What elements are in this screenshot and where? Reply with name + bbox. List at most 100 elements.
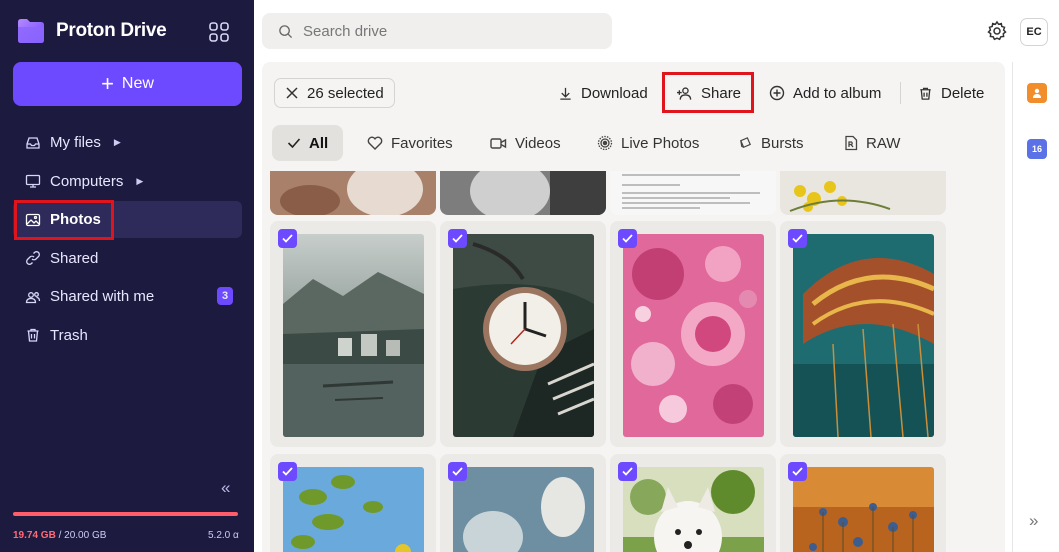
photo-tile[interactable]: [780, 171, 946, 215]
check-icon: [452, 467, 463, 476]
sidebar-item-shared[interactable]: Shared: [13, 240, 242, 277]
sidebar-item-trash[interactable]: Trash: [13, 317, 242, 354]
photo-tile[interactable]: [440, 454, 606, 552]
proton-drive-logo-icon: [18, 19, 44, 43]
delete-button[interactable]: Delete: [918, 78, 984, 108]
selection-toolbar: 26 selected Download Share Add to album …: [262, 62, 1005, 116]
sidebar-item-label: My files: [50, 134, 101, 151]
selected-checkbox[interactable]: [788, 229, 807, 248]
raw-file-icon: [845, 135, 858, 151]
check-icon: [282, 234, 293, 243]
app-name: Proton Drive: [56, 20, 167, 41]
image-icon: [25, 213, 41, 226]
add-to-album-button[interactable]: Add to album: [769, 78, 881, 108]
inbox-icon: [26, 136, 40, 149]
download-label: Download: [581, 84, 648, 102]
selected-checkbox[interactable]: [278, 462, 297, 481]
selected-checkbox[interactable]: [618, 462, 637, 481]
caret-right-icon[interactable]: ▶: [136, 176, 143, 187]
plus-circle-icon: [769, 85, 785, 101]
sidebar-item-computers[interactable]: Computers ▶: [13, 163, 242, 200]
collapse-sidebar-icon[interactable]: «: [221, 478, 230, 498]
check-icon: [282, 467, 293, 476]
photo-tile[interactable]: [440, 221, 606, 447]
share-button[interactable]: Share: [676, 78, 741, 108]
sidebar-item-label: Photos: [50, 211, 101, 228]
selected-checkbox[interactable]: [618, 229, 637, 248]
app-version: 5.2.0 α: [208, 530, 239, 541]
share-label: Share: [701, 84, 742, 102]
toolbar-divider: [900, 82, 901, 104]
calendar-day: 16: [1031, 144, 1042, 154]
sidebar-item-photos[interactable]: Photos: [13, 201, 242, 238]
filter-label: Favorites: [391, 134, 453, 152]
photo-tile[interactable]: [780, 221, 946, 447]
expand-rail-icon[interactable]: »: [1029, 511, 1038, 531]
photo-tile[interactable]: [440, 171, 606, 215]
check-icon: [287, 138, 301, 149]
burst-icon: [740, 136, 751, 148]
calendar-app-icon[interactable]: 16: [1027, 139, 1047, 159]
sidebar-item-label: Shared with me: [50, 288, 155, 305]
sidebar-item-shared-with-me[interactable]: Shared with me 3: [13, 278, 242, 315]
brand[interactable]: Proton Drive: [16, 18, 167, 44]
delete-label: Delete: [941, 84, 985, 102]
photo-thumbnail: [270, 171, 436, 215]
photo-tile[interactable]: [610, 171, 776, 215]
photo-thumbnail: [453, 467, 594, 552]
sidebar-item-label: Shared: [50, 249, 99, 267]
photo-thumbnail: [623, 234, 764, 437]
filter-raw[interactable]: RAW: [829, 125, 915, 161]
storage-usage-text: 19.74 GB / 20.00 GB: [13, 530, 106, 541]
contacts-app-icon[interactable]: [1027, 83, 1047, 103]
filter-all[interactable]: All: [272, 125, 344, 161]
filter-favorites[interactable]: Favorites: [352, 125, 468, 161]
download-icon: [560, 87, 571, 100]
photo-tile[interactable]: [780, 454, 946, 552]
photo-filter-tabs: All Favorites Videos Live Photos Bursts …: [262, 125, 1005, 161]
user-avatar[interactable]: EC: [1020, 18, 1048, 46]
check-icon: [792, 467, 803, 476]
plus-icon: +: [101, 71, 114, 96]
new-button[interactable]: + New: [13, 62, 242, 106]
sidebar-nav: My files ▶ Computers ▶ Photos Shared Sha…: [13, 124, 242, 355]
live-photo-icon: [597, 135, 613, 151]
filter-label: Live Photos: [621, 134, 700, 152]
download-button[interactable]: Download: [558, 78, 648, 108]
photo-thumbnail: [610, 171, 776, 215]
new-button-label: New: [121, 75, 154, 92]
photo-thumbnail: [793, 234, 934, 437]
photo-tile[interactable]: [610, 454, 776, 552]
trash-icon: [920, 87, 931, 100]
clear-selection-button[interactable]: 26 selected: [274, 78, 395, 108]
photo-tile[interactable]: [610, 221, 776, 447]
search-bar[interactable]: [262, 13, 612, 49]
trash-icon: [27, 328, 39, 342]
users-icon: [25, 291, 41, 303]
sidebar-item-my-files[interactable]: My files ▶: [13, 124, 242, 161]
filter-label: RAW: [866, 134, 901, 152]
selected-checkbox[interactable]: [448, 229, 467, 248]
photo-tile[interactable]: [270, 221, 436, 447]
gear-icon[interactable]: [986, 20, 1008, 42]
selected-count: 26 selected: [307, 84, 384, 102]
check-icon: [622, 467, 633, 476]
check-icon: [792, 234, 803, 243]
photo-tile[interactable]: [270, 171, 436, 215]
photo-thumbnail: [793, 467, 934, 552]
selected-checkbox[interactable]: [448, 462, 467, 481]
add-user-icon: [677, 86, 692, 100]
photo-grid: [270, 171, 960, 552]
filter-bursts[interactable]: Bursts: [723, 125, 819, 161]
filter-live-photos[interactable]: Live Photos: [582, 125, 714, 161]
filter-label: Videos: [515, 134, 561, 152]
selected-checkbox[interactable]: [278, 229, 297, 248]
apps-grid-icon[interactable]: [208, 21, 230, 43]
photo-tile[interactable]: [270, 454, 436, 552]
caret-right-icon[interactable]: ▶: [114, 137, 121, 148]
photo-thumbnail: [440, 171, 606, 215]
search-input[interactable]: [303, 22, 583, 40]
storage-total: / 20.00 GB: [55, 530, 107, 541]
filter-videos[interactable]: Videos: [475, 125, 576, 161]
selected-checkbox[interactable]: [788, 462, 807, 481]
